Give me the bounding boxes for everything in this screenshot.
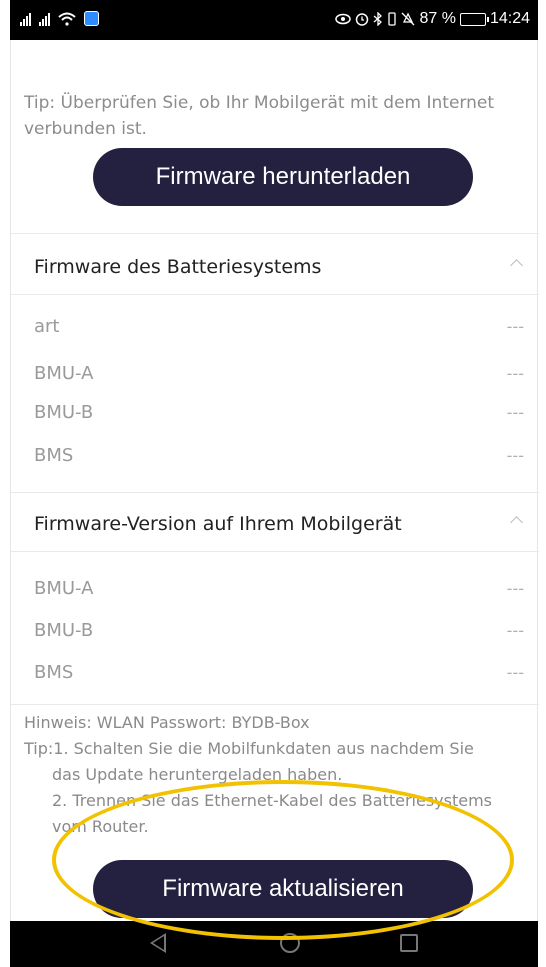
recent-apps-icon[interactable] — [400, 934, 418, 952]
vibrate-icon — [388, 12, 397, 26]
row-value: --- — [506, 316, 524, 336]
battery-row-bmu-b: BMU-B --- — [34, 394, 524, 430]
wlan-hint: Hinweis: WLAN Passwort: BYDB-Box — [24, 713, 310, 732]
wifi-icon — [58, 12, 76, 26]
battery-percent: 87 % — [419, 10, 456, 27]
row-value: --- — [506, 402, 524, 422]
tip-step-1: Tip:1. Schalten Sie die Mobilfunkdaten a… — [24, 739, 474, 758]
notes: Hinweis: WLAN Passwort: BYDB-Box Tip:1. … — [24, 710, 544, 840]
divider — [11, 551, 539, 552]
status-bar: 87 % 14:24 — [10, 0, 538, 40]
eye-icon — [335, 13, 352, 25]
status-right: 87 % 14:24 — [335, 10, 530, 28]
firmware-page: Tip: Überprüfen Sie, ob Ihr Mobilgerät m… — [10, 40, 539, 921]
battery-firmware-header[interactable]: Firmware des Batteriesystems — [34, 256, 321, 278]
row-label: BMS — [34, 444, 74, 466]
back-icon[interactable] — [150, 933, 166, 953]
battery-row-bmu-a: BMU-A --- — [34, 355, 524, 391]
device-firmware-header[interactable]: Firmware-Version auf Ihrem Mobilgerät — [34, 513, 402, 535]
device-row-bms: BMS --- — [34, 654, 524, 690]
chevron-up-icon[interactable] — [510, 259, 523, 272]
alarm-icon — [356, 13, 369, 26]
update-firmware-button[interactable]: Firmware aktualisieren — [93, 860, 473, 918]
clock: 14:24 — [489, 10, 530, 27]
row-label: BMU-A — [34, 362, 94, 384]
row-label: BMU-B — [34, 619, 94, 641]
row-label: BMU-A — [34, 577, 94, 599]
device-row-bmu-b: BMU-B --- — [34, 612, 524, 648]
device-row-bmu-a: BMU-A --- — [34, 570, 524, 606]
signal-icon-2 — [39, 12, 50, 26]
home-icon[interactable] — [280, 933, 300, 953]
tip-step-2-cont: vom Router. — [52, 817, 149, 836]
tip-step-1-cont: das Update heruntergeladen haben. — [52, 765, 343, 784]
row-label: BMS — [34, 661, 74, 683]
tip-step-2: 2. Trennen Sie das Ethernet-Kabel des Ba… — [52, 791, 492, 810]
battery-icon — [459, 12, 489, 26]
row-value: --- — [506, 363, 524, 383]
row-value: --- — [506, 445, 524, 465]
signal-icon — [20, 12, 31, 26]
divider — [11, 492, 539, 493]
chevron-up-icon[interactable] — [510, 516, 523, 529]
row-label: art — [34, 315, 60, 337]
row-value: --- — [506, 578, 524, 598]
mute-icon — [402, 12, 415, 26]
row-label: BMU-B — [34, 401, 94, 423]
internet-tip: Tip: Überprüfen Sie, ob Ihr Mobilgerät m… — [24, 93, 495, 139]
battery-row-bms: BMS --- — [34, 437, 524, 473]
download-firmware-button[interactable]: Firmware herunterladen — [93, 148, 473, 206]
nav-bar — [10, 921, 538, 967]
screen: 87 % 14:24 Tip: Überprüfen Sie, ob Ihr M… — [0, 0, 546, 967]
status-left — [20, 11, 99, 26]
battery-row-art: art --- — [34, 308, 524, 344]
shield-icon — [84, 11, 99, 26]
row-value: --- — [506, 620, 524, 640]
divider — [11, 704, 539, 705]
row-value: --- — [506, 662, 524, 682]
divider — [11, 294, 539, 295]
divider — [11, 233, 539, 234]
bluetooth-icon — [374, 12, 383, 26]
